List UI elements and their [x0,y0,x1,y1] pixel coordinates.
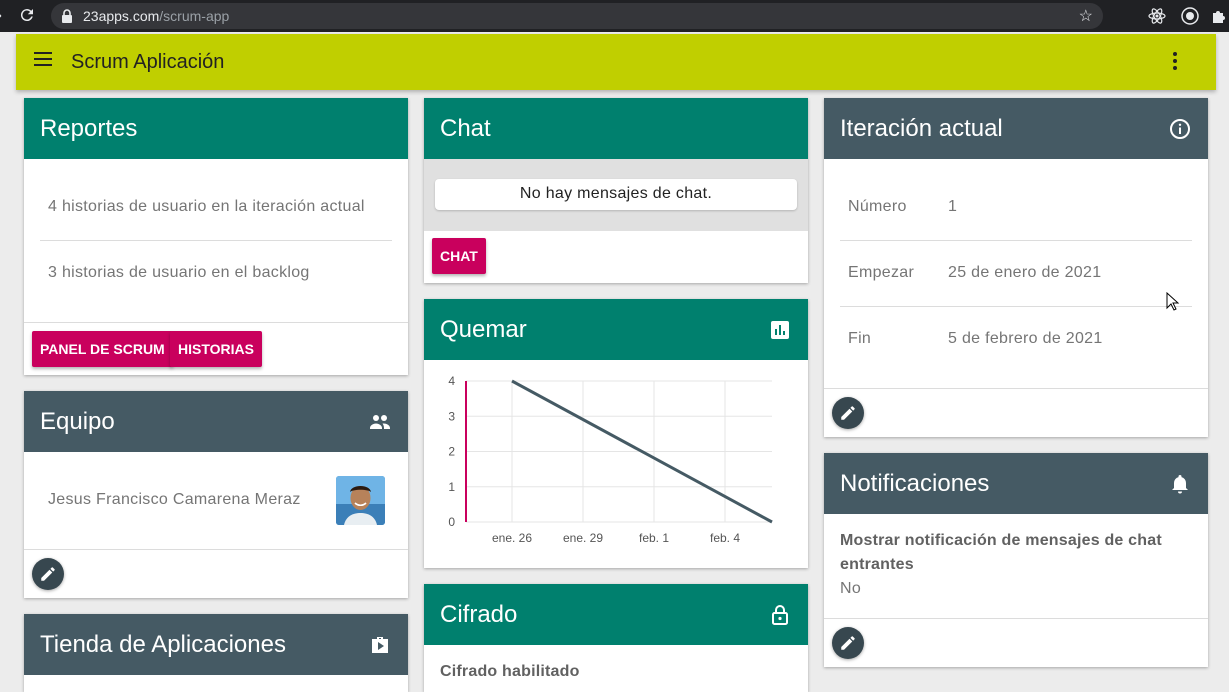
reportes-header: Reportes [24,98,408,159]
iteracion-card: Iteración actual Número 1 Empezar 25 de … [824,98,1208,437]
chart-y-tick-label: 1 [448,480,455,494]
edit-icon [841,636,855,650]
divider [824,618,1208,619]
hamburger-menu-icon[interactable] [34,52,52,66]
iteration-start-value: 25 de enero de 2021 [948,264,1102,281]
tienda-header: Tienda de Aplicaciones [24,614,408,675]
iteration-number-label: Número [848,198,907,215]
chart-x-tick-label: feb. 4 [710,531,740,545]
chat-card: Chat No hay mensajes de chat. CHAT [424,98,808,283]
cifrado-header: Cifrado [424,584,808,645]
chat-messages-area: No hay mensajes de chat. [424,159,808,231]
address-bar[interactable]: 23apps.com/scrum-app ☆ [51,3,1103,29]
quemar-header: Quemar [424,299,808,360]
bell-icon[interactable] [1168,472,1192,496]
edit-team-button[interactable] [32,558,64,590]
tienda-title: Tienda de Aplicaciones [40,631,286,658]
quemar-card: Quemar 0 1 2 3 4 ene. 26 ene. 29 feb. 1 feb. 4 [424,299,808,568]
chat-button[interactable]: CHAT [432,238,486,274]
notification-setting-value: No [840,580,862,597]
react-extension-icon[interactable] [1147,6,1167,26]
iteracion-header: Iteración actual [824,98,1208,159]
report-item-iteration[interactable]: 4 historias de usuario en la iteración a… [48,198,365,216]
chart-y-tick-label: 4 [448,374,455,388]
quemar-title: Quemar [440,316,527,343]
iteracion-title: Iteración actual [840,115,1003,142]
chart-x-tick-label: ene. 29 [563,531,603,545]
mouse-cursor-icon [1166,292,1180,311]
bar-chart-icon[interactable] [768,318,792,342]
record-extension-icon[interactable] [1180,6,1200,26]
iteration-end-label: Fin [848,330,872,347]
cifrado-setting-label: Cifrado habilitado [440,663,580,680]
notificaciones-card: Notificaciones Mostrar notificación de m… [824,453,1208,667]
url-text: 23apps.com/scrum-app [83,8,230,24]
edit-icon [41,567,55,581]
chat-title: Chat [440,115,491,142]
cifrado-title: Cifrado [440,601,518,628]
equipo-card: Equipo Jesus Francisco Camarena Meraz [24,391,408,598]
equipo-header: Equipo [24,391,408,452]
reportes-title: Reportes [40,115,138,142]
more-vert-icon[interactable] [1172,52,1178,70]
edit-notifications-button[interactable] [832,627,864,659]
tienda-card: Tienda de Aplicaciones [24,614,408,692]
panel-scrum-button[interactable]: PANEL DE SCRUM [32,331,173,367]
team-member-name[interactable]: Jesus Francisco Camarena Meraz [48,491,301,509]
chart-y-tick-label: 0 [448,515,455,529]
lock-icon [62,9,72,23]
puzzle-extensions-icon[interactable] [1209,6,1229,26]
iteration-number-value: 1 [948,198,958,215]
chart-x-tick-label: ene. 26 [492,531,532,545]
bookmark-star-icon[interactable]: ☆ [1079,6,1093,26]
divider [24,549,408,550]
iteration-end-value: 5 de febrero de 2021 [948,330,1103,347]
divider [840,306,1192,307]
divider [824,388,1208,389]
app-title: Scrum Aplicación [71,51,225,73]
edit-icon [841,406,855,420]
group-icon [370,415,390,429]
chat-empty-message: No hay mensajes de chat. [435,179,797,210]
notification-setting-label: Mostrar notificación de mensajes de chat… [840,532,1162,573]
equipo-title: Equipo [40,408,115,435]
report-item-backlog[interactable]: 3 historias de usuario en el backlog [48,264,310,282]
chat-header: Chat [424,98,808,159]
shop-icon[interactable] [368,633,392,657]
notificaciones-header: Notificaciones [824,453,1208,514]
reload-icon[interactable] [16,4,38,26]
app-bar: Scrum Aplicación [16,34,1216,90]
divider [840,240,1192,241]
cifrado-card: Cifrado Cifrado habilitado [424,584,808,692]
lock-open-icon[interactable] [768,603,792,627]
edit-iteration-button[interactable] [832,397,864,429]
chart-y-tick-label: 2 [448,445,455,459]
divider [24,322,408,323]
browser-toolbar: › 23apps.com/scrum-app ☆ [0,0,1229,32]
info-icon[interactable] [1168,117,1192,141]
iteration-start-label: Empezar [848,264,915,281]
chart-y-tick-label: 3 [448,409,455,423]
burndown-chart: 0 1 2 3 4 ene. 26 ene. 29 feb. 1 feb. 4 [448,374,773,545]
divider [40,240,392,241]
notificaciones-title: Notificaciones [840,470,990,497]
avatar[interactable] [336,476,385,525]
chart-x-tick-label: feb. 1 [639,531,669,545]
reportes-card: Reportes 4 historias de usuario en la it… [24,98,408,375]
historias-button[interactable]: HISTORIAS [170,331,262,367]
forward-icon[interactable]: › [0,4,10,26]
